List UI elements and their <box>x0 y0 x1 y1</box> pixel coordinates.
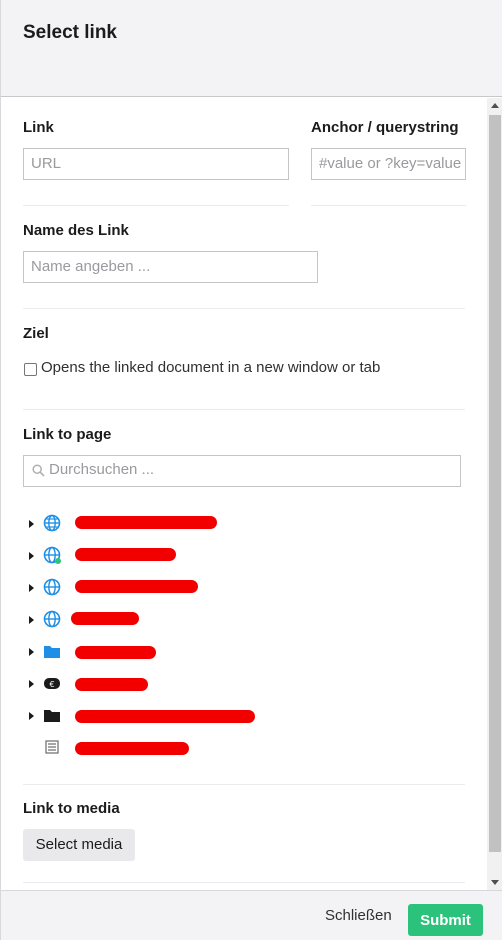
redacted-label <box>75 710 255 723</box>
divider <box>23 409 465 410</box>
folder-icon <box>44 710 60 722</box>
redacted-label <box>75 742 189 755</box>
search-placeholder: Durchsuchen ... <box>49 461 155 478</box>
page-search-input[interactable]: Durchsuchen ... <box>23 455 461 487</box>
target-label: Ziel <box>23 325 49 342</box>
tree-node[interactable] <box>29 544 269 566</box>
redacted-label <box>71 612 139 625</box>
dialog-footer: Schließen Submit <box>1 890 502 940</box>
folder-icon <box>44 646 60 658</box>
tree-node[interactable] <box>29 736 269 758</box>
expand-caret-icon[interactable] <box>29 552 34 560</box>
tree-node[interactable] <box>29 576 269 598</box>
globe-icon <box>43 578 61 596</box>
link-to-media-label: Link to media <box>23 800 120 817</box>
link-to-page-label: Link to page <box>23 426 112 443</box>
select-media-button[interactable]: Select media <box>23 829 135 861</box>
redacted-label <box>75 548 176 561</box>
dialog-title: Select link <box>23 22 117 43</box>
scroll-down-arrow-icon[interactable] <box>491 880 499 885</box>
submit-button[interactable]: Submit <box>408 904 483 936</box>
expand-caret-icon[interactable] <box>29 520 34 528</box>
url-input[interactable]: URL <box>23 148 289 180</box>
document-icon <box>45 740 59 754</box>
new-window-checkbox-label[interactable]: Opens the linked document in a new windo… <box>41 359 380 376</box>
tree-node[interactable] <box>29 512 269 534</box>
new-window-checkbox[interactable] <box>24 363 37 376</box>
globe-icon <box>43 610 61 628</box>
redacted-label <box>75 678 148 691</box>
expand-caret-icon[interactable] <box>29 616 34 624</box>
tree-node[interactable]: € <box>29 672 269 694</box>
expand-caret-icon[interactable] <box>29 680 34 688</box>
expand-caret-icon[interactable] <box>29 584 34 592</box>
divider <box>23 205 289 206</box>
name-input[interactable]: Name angeben ... <box>23 251 318 283</box>
tree-node[interactable] <box>29 608 269 630</box>
divider <box>23 784 465 785</box>
anchor-label: Anchor / querystring <box>311 119 459 136</box>
redacted-label <box>75 516 217 529</box>
link-picker-panel: Select link Link URL Anchor / querystrin… <box>0 0 502 940</box>
expand-caret-icon[interactable] <box>29 712 34 720</box>
dialog-header: Select link <box>1 0 502 97</box>
globe-icon <box>43 514 61 532</box>
divider <box>311 205 466 206</box>
redacted-label <box>75 646 156 659</box>
euro-icon: € <box>44 678 60 689</box>
tree-node[interactable] <box>29 640 269 662</box>
search-icon <box>32 464 45 477</box>
divider <box>23 882 465 883</box>
dialog-content: Link URL Anchor / querystring #value or … <box>1 98 487 890</box>
svg-text:€: € <box>49 680 54 689</box>
content-scrollbar[interactable] <box>487 98 502 890</box>
name-label: Name des Link <box>23 222 129 239</box>
scroll-up-arrow-icon[interactable] <box>491 103 499 108</box>
tree-node[interactable] <box>29 704 269 726</box>
link-label: Link <box>23 119 54 136</box>
divider <box>23 308 465 309</box>
globe-icon <box>43 546 61 564</box>
scrollbar-thumb[interactable] <box>489 115 501 852</box>
redacted-label <box>75 580 198 593</box>
anchor-input[interactable]: #value or ?key=value <box>311 148 466 180</box>
close-button[interactable]: Schließen <box>325 907 392 924</box>
expand-caret-icon[interactable] <box>29 648 34 656</box>
